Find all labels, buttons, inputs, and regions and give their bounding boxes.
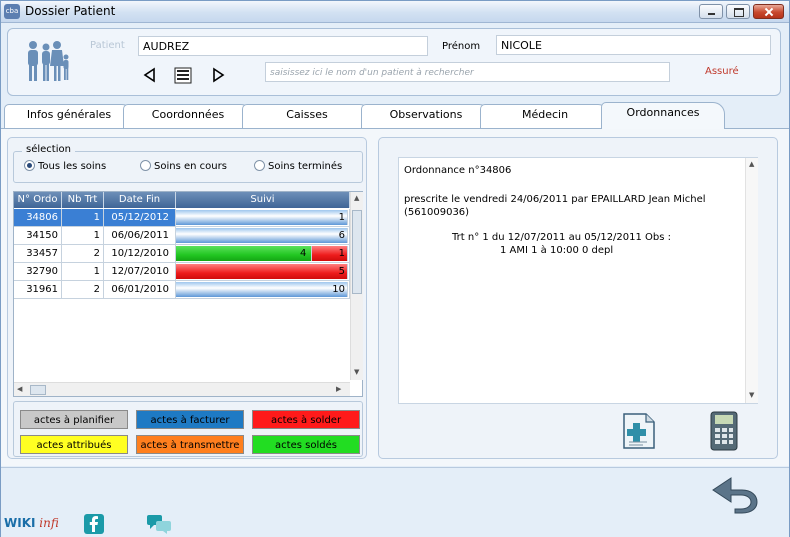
table-row[interactable]: 32790 1 12/07/2010 5 <box>14 263 350 281</box>
table-row[interactable]: 34150 1 06/06/2011 6 <box>14 227 350 245</box>
ordonnance-treatment: Trt n° 1 du 12/07/2011 au 05/12/2011 Obs… <box>452 232 672 243</box>
new-prescription-icon[interactable] <box>621 412 657 450</box>
ordonnance-detail-text[interactable]: Ordonnance n°34806 prescrite le vendredi… <box>398 157 758 404</box>
ordonnance-table: N° Ordo Nb Trt Date Fin Suivi 34806 1 05… <box>13 191 363 397</box>
tab-observations[interactable]: Observations <box>361 104 491 129</box>
insured-status: Assuré <box>705 66 739 77</box>
detail-scrollbar[interactable]: ▲ ▼ <box>745 158 758 403</box>
minimize-button[interactable] <box>699 4 723 19</box>
ordonnance-list-panel: sélection Tous les soins Soins en cours … <box>7 137 367 459</box>
table-horizontal-scrollbar[interactable]: ◀ ▶ <box>14 382 350 396</box>
table-vertical-scrollbar[interactable]: ▲ ▼ <box>350 192 363 380</box>
selection-title: sélection <box>22 144 75 155</box>
status-legend: actes à planifier actes à facturer actes… <box>13 401 363 457</box>
previous-patient-button[interactable] <box>142 67 158 83</box>
prenom-field[interactable]: NICOLE <box>496 35 771 55</box>
tab-infos-generales[interactable]: Infos générales <box>4 104 134 129</box>
ordonnance-prescriber-id: (561009036) <box>404 207 470 218</box>
card-reader-icon[interactable] <box>709 410 739 452</box>
scroll-thumb[interactable] <box>30 385 46 395</box>
legend-actes-a-facturer: actes à facturer <box>136 410 244 429</box>
ordonnance-title: Ordonnance n°34806 <box>404 165 512 176</box>
legend-actes-attribues: actes attribués <box>20 435 128 454</box>
close-button[interactable] <box>753 4 784 19</box>
radio-tous-les-soins[interactable]: Tous les soins <box>24 160 106 172</box>
col-date-fin[interactable]: Date Fin <box>104 192 176 208</box>
col-suivi[interactable]: Suivi <box>176 192 350 208</box>
col-nb-trt[interactable]: Nb Trt <box>62 192 104 208</box>
prenom-label: Prénom <box>442 41 481 52</box>
back-icon[interactable] <box>709 474 761 514</box>
radio-soins-en-cours[interactable]: Soins en cours <box>140 160 227 172</box>
ordonnance-acts: 1 AMI 1 à 10:00 0 depl <box>500 245 614 256</box>
title-bar: cba Dossier Patient <box>1 1 789 23</box>
app-icon: cba <box>4 4 20 19</box>
table-header: N° Ordo Nb Trt Date Fin Suivi <box>14 192 350 208</box>
legend-actes-a-transmettre: actes à transmettre <box>136 435 244 454</box>
facebook-icon[interactable] <box>84 514 104 534</box>
footer: WIKI infi <box>1 467 789 537</box>
tab-caisses[interactable]: Caisses <box>242 104 372 129</box>
table-row[interactable]: 33457 2 10/12/2010 4 1 <box>14 245 350 263</box>
table-row[interactable]: 34806 1 05/12/2012 1 <box>14 209 350 227</box>
scroll-thumb[interactable] <box>352 210 362 294</box>
tab-medecin[interactable]: Médecin <box>480 104 610 129</box>
col-ordo[interactable]: N° Ordo <box>14 192 62 208</box>
ordonnance-detail-panel: Ordonnance n°34806 prescrite le vendredi… <box>378 137 778 459</box>
chat-icon[interactable] <box>146 514 172 534</box>
maximize-button[interactable] <box>726 4 750 19</box>
patient-label: Patient <box>90 40 125 51</box>
legend-actes-soldes: actes soldés <box>252 435 360 454</box>
radio-soins-termines[interactable]: Soins terminés <box>254 160 342 172</box>
tab-coordonnees[interactable]: Coordonnées <box>123 104 253 129</box>
legend-actes-a-planifier: actes à planifier <box>20 410 128 429</box>
family-icon <box>28 41 69 81</box>
selection-group: sélection Tous les soins Soins en cours … <box>13 144 363 183</box>
next-patient-button[interactable] <box>210 67 226 83</box>
patient-search-input[interactable]: saisissez ici le nom d'un patient à rech… <box>265 62 670 82</box>
patient-list-icon[interactable] <box>174 67 192 84</box>
patient-name-field[interactable]: AUDREZ <box>138 36 428 56</box>
ordonnances-content: sélection Tous les soins Soins en cours … <box>1 129 789 466</box>
patient-header: Patient AUDREZ Prénom NICOLE saisissez i… <box>7 28 781 96</box>
ordonnance-prescription: prescrite le vendredi 24/06/2011 par EPA… <box>404 194 706 205</box>
table-row[interactable]: 31961 2 06/01/2010 10 <box>14 281 350 299</box>
window: cba Dossier Patient Patient AUDREZ Préno… <box>0 0 790 537</box>
wiki-infi-logo[interactable]: WIKI infi <box>4 516 59 530</box>
window-title: Dossier Patient <box>25 4 116 18</box>
tab-ordonnances[interactable]: Ordonnances <box>601 102 725 129</box>
legend-actes-a-solder: actes à solder <box>252 410 360 429</box>
